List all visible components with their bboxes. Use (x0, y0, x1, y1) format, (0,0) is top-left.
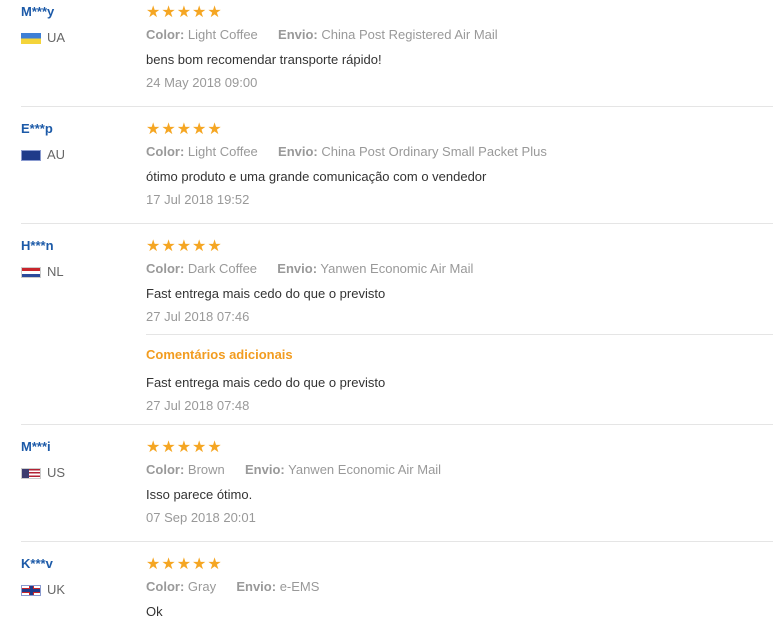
reviewer-country: UA (21, 31, 65, 45)
shipping-label: Envio: (245, 462, 285, 477)
usa-flag-icon (21, 467, 41, 479)
country-code: UK (47, 582, 66, 597)
shipping-label: Envio: (277, 261, 318, 276)
star-rating: ★ ★ ★ ★ ★ (146, 121, 222, 137)
reviewer-country: NL (21, 265, 64, 279)
shipping-value: Yanwen Economic Air Mail (320, 261, 474, 276)
netherlands-flag-icon (21, 266, 41, 278)
review-divider (21, 223, 773, 224)
reviewer-name[interactable]: H***n (21, 238, 54, 254)
review-date: 24 May 2018 09:00 (146, 75, 258, 90)
star-icon: ★ (176, 2, 192, 21)
shipping-label: Envio: (278, 144, 318, 159)
star-icon: ★ (192, 119, 207, 138)
star-icon: ★ (207, 236, 222, 255)
star-icon: ★ (192, 437, 207, 456)
star-icon: ★ (207, 119, 222, 138)
star-rating: ★ ★ ★ ★ ★ (146, 238, 222, 254)
star-icon: ★ (207, 554, 222, 573)
uk-flag-icon (21, 584, 41, 596)
reviewer-name[interactable]: M***y (21, 4, 54, 20)
shipping-value: Yanwen Economic Air Mail (288, 462, 442, 477)
shipping-value: China Post Ordinary Small Packet Plus (321, 144, 547, 159)
ukraine-flag-icon (21, 32, 41, 44)
review-comment: ótimo produto e uma grande comunicação c… (146, 169, 487, 184)
star-icon: ★ (192, 236, 207, 255)
star-icon: ★ (161, 554, 176, 573)
review-comment: bens bom recomendar transporte rápido! (146, 52, 382, 67)
color-value: Light Coffee (187, 27, 258, 42)
order-info: Color: Gray Envio: e-EMS (146, 579, 319, 595)
additional-comment-title: Comentários adicionais (146, 347, 293, 362)
star-icon: ★ (192, 2, 207, 21)
review-divider (21, 541, 773, 542)
color-value: Brown (187, 462, 225, 477)
color-value: Light Coffee (187, 144, 258, 159)
star-icon: ★ (146, 2, 161, 21)
color-label: Color: (146, 261, 185, 276)
review-list: M***y UA ★ ★ ★ ★ ★ Color: Light Coffee E… (0, 0, 773, 632)
star-icon: ★ (176, 554, 192, 573)
color-label: Color: (146, 579, 185, 594)
color-value: Gray (187, 579, 217, 594)
star-icon: ★ (192, 554, 207, 573)
star-icon: ★ (176, 236, 192, 255)
color-label: Color: (146, 462, 185, 477)
shipping-value: e-EMS (279, 579, 320, 594)
reviewer-country: UK (21, 583, 65, 597)
star-icon: ★ (146, 437, 161, 456)
order-info: Color: Light Coffee Envio: China Post Or… (146, 144, 547, 160)
star-icon: ★ (146, 554, 161, 573)
country-code: AU (47, 147, 66, 162)
star-rating: ★ ★ ★ ★ ★ (146, 439, 222, 455)
shipping-label: Envio: (236, 579, 277, 594)
review-comment: Fast entrega mais cedo do que o previsto (146, 286, 386, 301)
country-code: NL (47, 264, 64, 279)
star-rating: ★ ★ ★ ★ ★ (146, 556, 222, 572)
star-rating: ★ ★ ★ ★ ★ (146, 4, 222, 20)
color-value: Dark Coffee (187, 261, 258, 276)
review-divider (21, 424, 773, 425)
star-icon: ★ (161, 437, 176, 456)
review-date: 17 Jul 2018 19:52 (146, 192, 250, 207)
shipping-label: Envio: (278, 27, 318, 42)
reviewer-name[interactable]: E***p (21, 121, 53, 137)
color-label: Color: (146, 27, 185, 42)
star-icon: ★ (146, 236, 161, 255)
reviewer-name[interactable]: K***v (21, 556, 53, 572)
order-info: Color: Dark Coffee Envio: Yanwen Economi… (146, 261, 473, 277)
star-icon: ★ (146, 119, 161, 138)
country-code: UA (47, 30, 66, 45)
star-icon: ★ (161, 236, 176, 255)
order-info: Color: Light Coffee Envio: China Post Re… (146, 27, 498, 43)
review-date: 07 Sep 2018 20:01 (146, 510, 256, 525)
star-icon: ★ (207, 2, 222, 21)
order-info: Color: Brown Envio: Yanwen Economic Air … (146, 462, 441, 478)
additional-comment-divider (146, 334, 773, 335)
star-icon: ★ (176, 119, 192, 138)
review-divider (21, 106, 773, 107)
review-comment: Isso parece ótimo. (146, 487, 253, 502)
star-icon: ★ (207, 437, 222, 456)
review-comment: Ok (146, 604, 163, 619)
australia-flag-icon (21, 149, 41, 161)
star-icon: ★ (161, 119, 176, 138)
reviewer-country: AU (21, 148, 65, 162)
star-icon: ★ (161, 2, 176, 21)
shipping-value: China Post Registered Air Mail (321, 27, 498, 42)
additional-comment-date: 27 Jul 2018 07:48 (146, 398, 250, 413)
star-icon: ★ (176, 437, 192, 456)
country-code: US (47, 465, 66, 480)
review-date: 27 Jul 2018 07:46 (146, 309, 250, 324)
additional-comment: Fast entrega mais cedo do que o previsto (146, 375, 386, 390)
reviewer-name[interactable]: M***i (21, 439, 51, 455)
reviewer-country: US (21, 466, 65, 480)
color-label: Color: (146, 144, 185, 159)
